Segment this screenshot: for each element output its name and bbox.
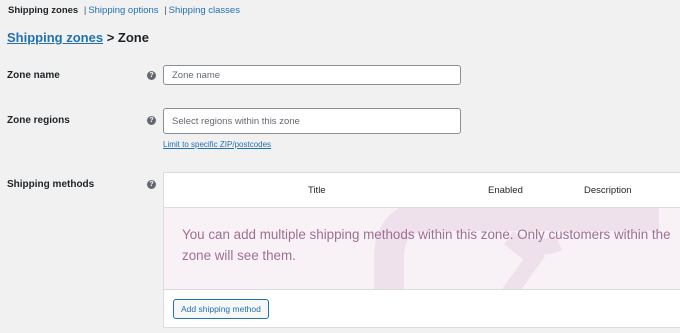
subnav-shipping-zones[interactable]: Shipping zones xyxy=(8,5,78,16)
help-icon[interactable]: ? xyxy=(147,116,156,125)
add-shipping-method-button[interactable]: Add shipping method xyxy=(173,299,269,319)
empty-state: You can add multiple shipping methods wi… xyxy=(164,208,680,289)
table-header: Title Enabled Description xyxy=(164,173,680,208)
help-icon[interactable]: ? xyxy=(147,71,156,80)
subnav-separator: | xyxy=(83,5,87,16)
zone-regions-select[interactable] xyxy=(163,108,461,134)
column-title: Title xyxy=(308,185,326,196)
help-icon[interactable]: ? xyxy=(147,180,156,189)
subnav-shipping-classes[interactable]: Shipping classes xyxy=(169,5,240,16)
table-footer: Add shipping method xyxy=(164,289,680,327)
breadcrumb-shipping-zones-link[interactable]: Shipping zones xyxy=(7,30,103,45)
breadcrumb-current: Zone xyxy=(117,30,149,45)
shipping-methods-table: Title Enabled Description You can add mu… xyxy=(163,172,680,328)
breadcrumb: Shipping zones > Zone xyxy=(7,30,149,45)
breadcrumb-separator: > xyxy=(106,30,115,45)
empty-state-message: You can add multiple shipping methods wi… xyxy=(182,227,671,263)
shipping-subnav: Shipping zones | Shipping options | Shippi… xyxy=(8,5,240,16)
zone-regions-label: Zone regions xyxy=(7,115,70,126)
zone-name-input[interactable] xyxy=(163,65,461,85)
subnav-separator: | xyxy=(164,5,167,16)
column-enabled: Enabled xyxy=(488,185,523,196)
limit-postcodes-link[interactable]: Limit to specific ZIP/postcodes xyxy=(163,140,271,149)
zone-name-label: Zone name xyxy=(7,70,60,81)
subnav-shipping-options[interactable]: Shipping options xyxy=(88,5,158,16)
column-description: Description xyxy=(584,185,632,196)
shipping-methods-label: Shipping methods xyxy=(7,179,95,190)
